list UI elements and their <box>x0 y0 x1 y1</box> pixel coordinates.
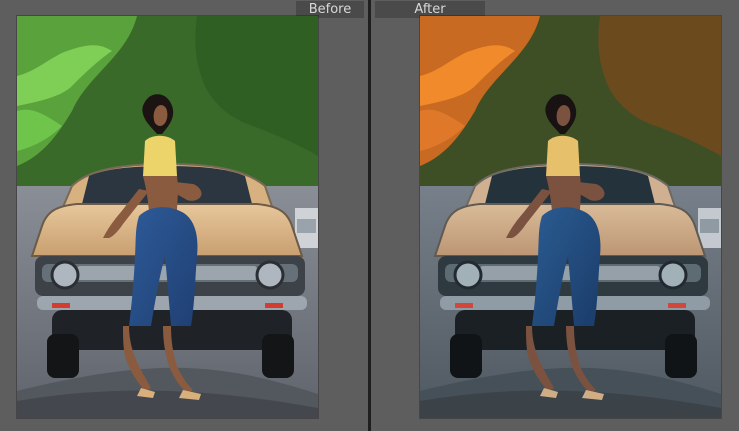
before-photo[interactable] <box>17 16 318 418</box>
before-photo-svg <box>17 16 318 418</box>
before-after-compare-view: Before After <box>0 0 739 431</box>
after-photo[interactable] <box>420 16 721 418</box>
after-photo-svg <box>420 16 721 418</box>
after-pane: After <box>371 0 739 431</box>
before-pane: Before <box>0 0 369 431</box>
